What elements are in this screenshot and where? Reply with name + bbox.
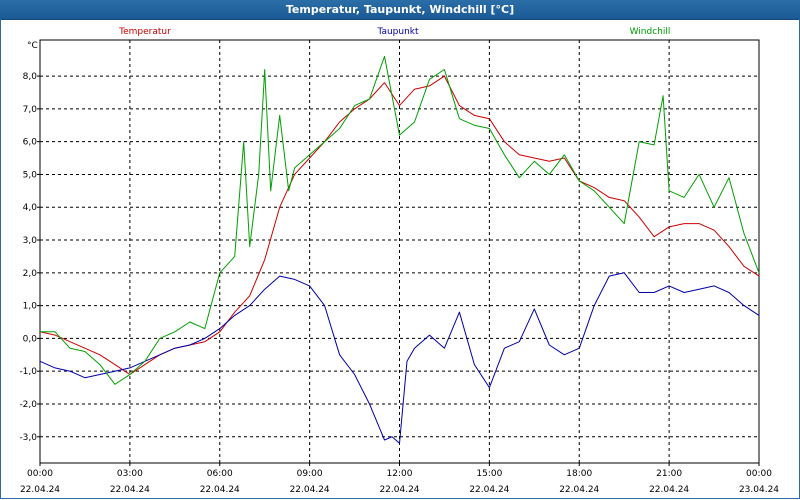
y-axis-label: °C <box>27 41 38 51</box>
y-tick-label: 3,0 <box>23 236 38 246</box>
legend-item-taupunkt: Taupunkt <box>376 27 419 37</box>
y-tick-label: 7,0 <box>23 105 38 115</box>
line-chart: -3,0-2,0-1,00,01,02,03,04,05,06,07,08,0 … <box>19 27 779 495</box>
x-tick-time-label: 18:00 <box>566 469 592 479</box>
y-tick-label: 2,0 <box>23 269 38 279</box>
x-tick-date-label: 23.04.24 <box>739 485 779 495</box>
y-tick-label: -1,0 <box>19 367 37 377</box>
x-tick-time-label: 00:00 <box>27 469 53 479</box>
x-tick-time-label: 00:00 <box>746 469 772 479</box>
x-tick-date-label: 22.04.24 <box>559 485 599 495</box>
y-tick-label: 0,0 <box>23 334 38 344</box>
y-tick-label: 6,0 <box>23 138 38 148</box>
x-tick-date-label: 22.04.24 <box>200 485 240 495</box>
y-tick-label: -2,0 <box>19 400 37 410</box>
x-tick-time-label: 21:00 <box>656 469 682 479</box>
x-tick-date-label: 22.04.24 <box>469 485 509 495</box>
legend: Temperatur Taupunkt Windchill <box>118 27 670 37</box>
x-axis-ticks: 00:00 22.04.24 03:00 22.04.24 06:00 22.04.24 0… <box>20 463 779 495</box>
x-tick-date-label: 22.04.24 <box>649 485 689 495</box>
y-tick-label: 1,0 <box>23 302 38 312</box>
legend-item-windchill: Windchill <box>630 27 671 37</box>
x-tick-time-label: 09:00 <box>297 469 323 479</box>
x-tick-date-label: 22.04.24 <box>379 485 419 495</box>
x-tick-date-label: 22.04.24 <box>110 485 150 495</box>
x-tick-time-label: 12:00 <box>387 469 413 479</box>
x-tick-time-label: 06:00 <box>207 469 233 479</box>
y-tick-label: 5,0 <box>23 170 38 180</box>
x-tick-date-label: 22.04.24 <box>20 485 60 495</box>
x-tick-time-label: 03:00 <box>117 469 143 479</box>
x-tick-date-label: 22.04.24 <box>290 485 330 495</box>
legend-item-temperatur: Temperatur <box>118 27 171 37</box>
y-axis-ticks: -3,0 -2,0 -1,0 0,0 1,0 2,0 3,0 4,0 5,0 6,0 7,0 8,0 <box>19 72 40 443</box>
y-tick-label: 8,0 <box>23 72 38 82</box>
y-tick-label: -3,0 <box>19 433 37 443</box>
y-tick-label: 4,0 <box>23 203 38 213</box>
x-tick-time-label: 15:00 <box>476 469 502 479</box>
